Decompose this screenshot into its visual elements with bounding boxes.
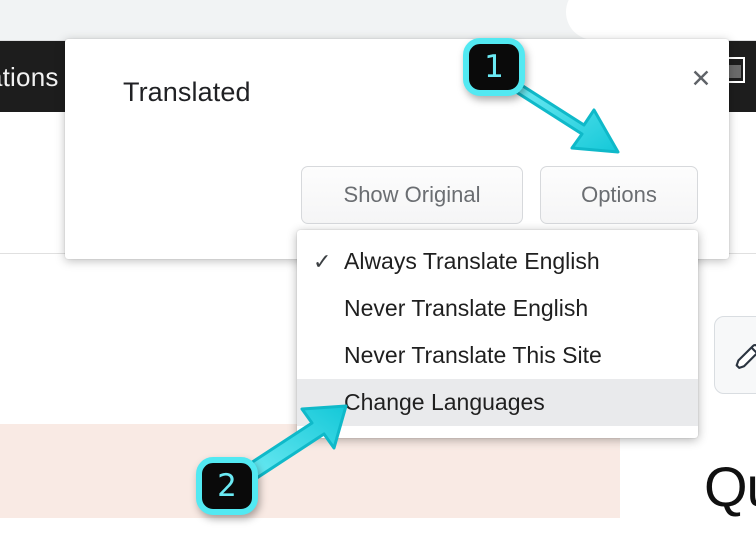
checkmark-icon: ✓ xyxy=(313,248,332,274)
menu-item-change-languages[interactable]: Change Languages xyxy=(297,379,698,426)
menu-item-label: Always Translate English xyxy=(344,248,600,274)
menu-item-never-translate-this-site[interactable]: Never Translate This Site xyxy=(297,332,698,379)
browser-toolbar: 文 G xyxy=(0,0,756,41)
menu-item-never-translate-english[interactable]: Never Translate English xyxy=(297,285,698,332)
step-badge-1: 1 xyxy=(463,38,525,96)
menu-item-label: Never Translate This Site xyxy=(344,342,602,368)
pencil-icon-svg xyxy=(735,343,756,369)
show-original-button[interactable]: Show Original xyxy=(301,166,523,224)
page-heading: Qu xyxy=(704,455,756,518)
edit-card[interactable] xyxy=(714,316,756,394)
close-icon-glyph: ✕ xyxy=(690,64,712,93)
screenshot-root: 文 G lations Qu Transl xyxy=(0,0,756,556)
omnibox-right-section: 文 G xyxy=(566,0,756,40)
options-dropdown-menu: ✓ Always Translate English Never Transla… xyxy=(297,230,698,438)
popup-actions: Show Original Options xyxy=(301,166,698,224)
menu-item-label: Never Translate English xyxy=(344,295,589,321)
highlight-banner xyxy=(0,424,620,518)
popup-title: Translated xyxy=(123,77,251,107)
site-header-title: lations xyxy=(0,62,59,92)
translate-popup: Translated ✕ Show Original Options xyxy=(65,39,729,259)
pencil-icon xyxy=(731,341,756,380)
step-badge-2: 2 xyxy=(196,457,258,515)
options-button[interactable]: Options xyxy=(540,166,698,224)
menu-item-always-translate-english[interactable]: ✓ Always Translate English xyxy=(297,238,698,285)
menu-item-label: Change Languages xyxy=(344,389,545,415)
close-icon[interactable]: ✕ xyxy=(679,57,723,101)
